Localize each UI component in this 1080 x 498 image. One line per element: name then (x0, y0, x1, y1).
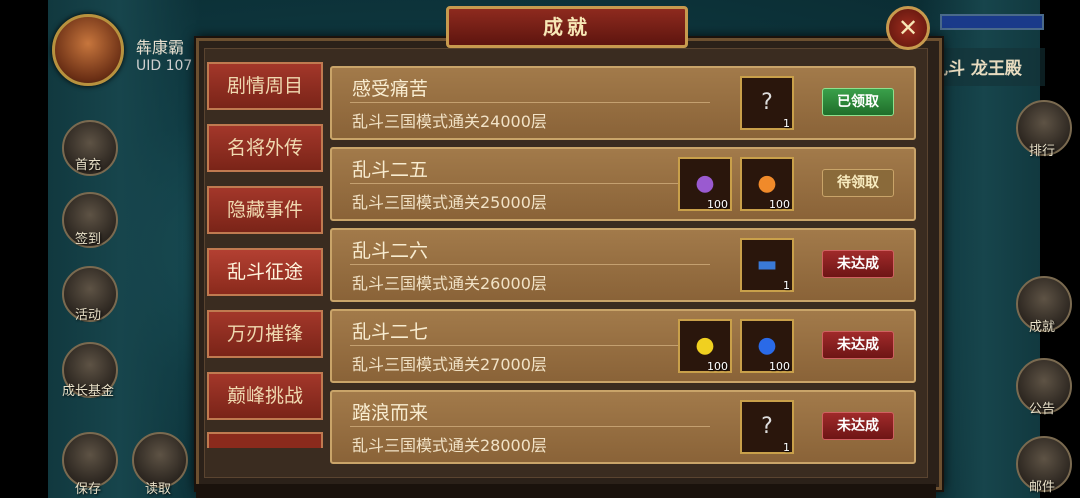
achievement-row: 乱斗二七 乱斗三国模式通关27000层 ● 100 ● 100 未达成 (330, 309, 916, 383)
dialog-title: 成就 (543, 15, 591, 39)
achievement-row: 乱斗二六 乱斗三国模式通关26000层 ▬ 1 未达成 (330, 228, 916, 302)
reward-slot[interactable]: ? 1 (740, 76, 794, 130)
row-divider (350, 345, 710, 346)
achievement-row: 感受痛苦 乱斗三国模式通关24000层 ? 1 已领取 (330, 66, 916, 140)
growth-fund-label: 成长基金 (61, 384, 114, 399)
achievement-title: 乱斗二五 (352, 159, 429, 181)
achievement-label: 成就 (1028, 320, 1055, 335)
reward-count: 100 (707, 360, 728, 373)
reward-count: 100 (769, 360, 790, 373)
player-uid: UID 107 (136, 58, 193, 74)
achievement-desc: 乱斗三国模式通关24000层 (352, 112, 547, 131)
achievement-desc: 乱斗三国模式通关27000层 (352, 355, 547, 374)
achievement-row: 乱斗二五 乱斗三国模式通关25000层 ● 100 ● 100 待领取 (330, 147, 916, 221)
tab-partial[interactable] (207, 432, 323, 448)
row-divider (350, 183, 710, 184)
load-label: 读取 (144, 482, 171, 497)
notice-label: 公告 (1028, 402, 1055, 417)
reward-count: 100 (769, 198, 790, 211)
status-not-reached-button[interactable]: 未达成 (822, 250, 894, 278)
tab-hidden-events[interactable]: 隐藏事件 (207, 186, 323, 234)
player-name: 犇康霸 (136, 38, 185, 57)
row-divider (350, 264, 710, 265)
reward-slot[interactable]: ● 100 (678, 157, 732, 211)
achievement-title: 感受痛苦 (352, 78, 429, 100)
achievement-desc: 乱斗三国模式通关26000层 (352, 274, 547, 293)
sign-in-label: 签到 (74, 232, 101, 247)
status-claimable-button[interactable]: 待领取 (822, 169, 894, 197)
status-not-reached-button[interactable]: 未达成 (822, 412, 894, 440)
achievement-title: 乱斗二七 (352, 321, 429, 343)
achievement-desc: 乱斗三国模式通关28000层 (352, 436, 547, 455)
resource-bar (940, 14, 1044, 30)
reward-count: 1 (783, 117, 790, 130)
reward-slot[interactable]: ? 1 (740, 400, 794, 454)
reward-count: 1 (783, 279, 790, 292)
achievement-title: 踏浪而来 (352, 402, 429, 424)
save-label: 保存 (74, 482, 101, 497)
row-divider (350, 102, 710, 103)
reward-count: 1 (783, 441, 790, 454)
reward-slot[interactable]: ● 100 (740, 319, 794, 373)
mode-banner-text: 乱斗 龙王殿 (931, 59, 1022, 79)
achievement-title: 乱斗二六 (352, 240, 429, 262)
reward-slot[interactable]: ● 100 (678, 319, 732, 373)
achievement-desc: 乱斗三国模式通关25000层 (352, 193, 547, 212)
mail-label: 邮件 (1028, 480, 1055, 495)
dialog-title-bar: 成就 (446, 6, 688, 48)
activity-label: 活动 (74, 308, 101, 323)
status-not-reached-button[interactable]: 未达成 (822, 331, 894, 359)
screen-edge-left (0, 0, 48, 498)
row-divider (350, 426, 710, 427)
status-claimed-button[interactable]: 已领取 (822, 88, 894, 116)
close-button[interactable]: ✕ (886, 6, 930, 50)
first-charge-label: 首充 (74, 158, 101, 173)
tab-story[interactable]: 剧情周目 (207, 62, 323, 110)
tab-peak-challenge[interactable]: 巅峰挑战 (207, 372, 323, 420)
screen-edge-right (1040, 0, 1080, 498)
tab-melee-journey[interactable]: 乱斗征途 (207, 248, 323, 296)
player-avatar[interactable] (52, 14, 124, 86)
reward-slot[interactable]: ● 100 (740, 157, 794, 211)
dialog-bottom-edge (196, 484, 936, 498)
ranking-label: 排行 (1028, 144, 1055, 159)
tab-general-legends[interactable]: 名将外传 (207, 124, 323, 172)
reward-slot[interactable]: ▬ 1 (740, 238, 794, 292)
reward-count: 100 (707, 198, 728, 211)
achievement-row: 踏浪而来 乱斗三国模式通关28000层 ? 1 未达成 (330, 390, 916, 464)
tab-ten-thousand-blades[interactable]: 万刃摧锋 (207, 310, 323, 358)
